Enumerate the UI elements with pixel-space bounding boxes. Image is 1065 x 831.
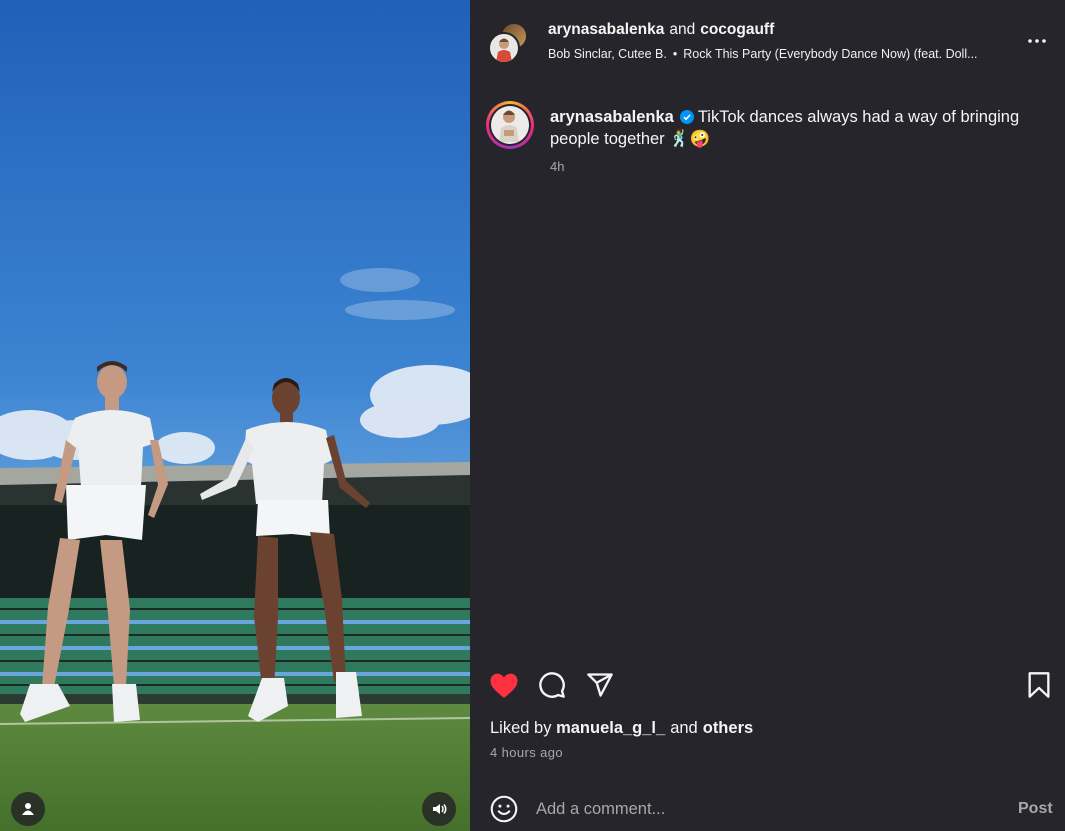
save-button[interactable]	[1024, 670, 1054, 700]
avatar-illustration	[496, 38, 512, 62]
post-details-panel: arynasabalenka and cocogauff Bob Sinclar, …	[470, 0, 1065, 831]
speaker-icon	[433, 804, 447, 814]
liked-by-others-link[interactable]: others	[703, 719, 753, 737]
caption-timestamp[interactable]: 4h	[550, 159, 564, 174]
heart-filled-icon	[490, 673, 518, 698]
username-link-2[interactable]: cocogauff	[700, 21, 774, 38]
comment-composer: Post	[470, 786, 1065, 831]
verified-badge-icon	[679, 110, 694, 124]
audio-attribution[interactable]: Bob Sinclar, Cutee B. • Rock This Party (E…	[548, 47, 1018, 61]
more-options-button[interactable]	[1026, 30, 1048, 52]
collab-avatars[interactable]	[488, 22, 532, 66]
share-button[interactable]	[585, 670, 615, 700]
caption-username[interactable]: arynasabalenka	[550, 108, 674, 126]
caption-avatar[interactable]	[486, 101, 534, 149]
avatar-arynasabalenka[interactable]	[488, 32, 520, 64]
audio-separator: •	[672, 47, 678, 61]
more-horizontal-icon	[1028, 39, 1046, 43]
emoji-picker-button[interactable]	[489, 794, 519, 824]
audio-title: Rock This Party (Everybody Dance Now) (f…	[683, 47, 978, 61]
smiley-icon	[490, 795, 518, 823]
username-link-1[interactable]: arynasabalenka	[548, 21, 664, 38]
tagged-users-button[interactable]	[11, 792, 45, 826]
comment-input[interactable]	[536, 797, 996, 821]
paper-plane-icon	[587, 673, 613, 697]
liked-by-user-link[interactable]: manuela_g_l_	[556, 719, 665, 737]
bookmark-icon	[1028, 672, 1050, 698]
action-bar	[470, 664, 1065, 704]
caption-text-block: arynasabalenka TikTok dances always had a…	[550, 106, 1040, 150]
user-tag-icon	[22, 803, 34, 815]
comment-bubble-icon	[539, 672, 565, 698]
video-frame	[0, 0, 470, 831]
likes-summary: Liked by manuela_g_l_ and others	[490, 719, 753, 738]
comment-button[interactable]	[537, 670, 567, 700]
audio-artist: Bob Sinclar, Cutee B.	[548, 47, 667, 61]
like-button[interactable]	[489, 670, 519, 700]
post-timestamp[interactable]: 4 hours ago	[490, 745, 563, 760]
collab-usernames: arynasabalenka and cocogauff	[548, 21, 774, 39]
avatar-illustration	[499, 110, 519, 142]
post-media[interactable]	[0, 0, 470, 831]
post-header: arynasabalenka and cocogauff Bob Sinclar, …	[470, 0, 1065, 84]
audio-toggle-button[interactable]	[422, 792, 456, 826]
liked-by-and: and	[670, 719, 698, 737]
post-comment-button[interactable]: Post	[1018, 800, 1053, 818]
and-text: and	[669, 21, 696, 38]
liked-by-label: Liked by	[490, 719, 552, 737]
